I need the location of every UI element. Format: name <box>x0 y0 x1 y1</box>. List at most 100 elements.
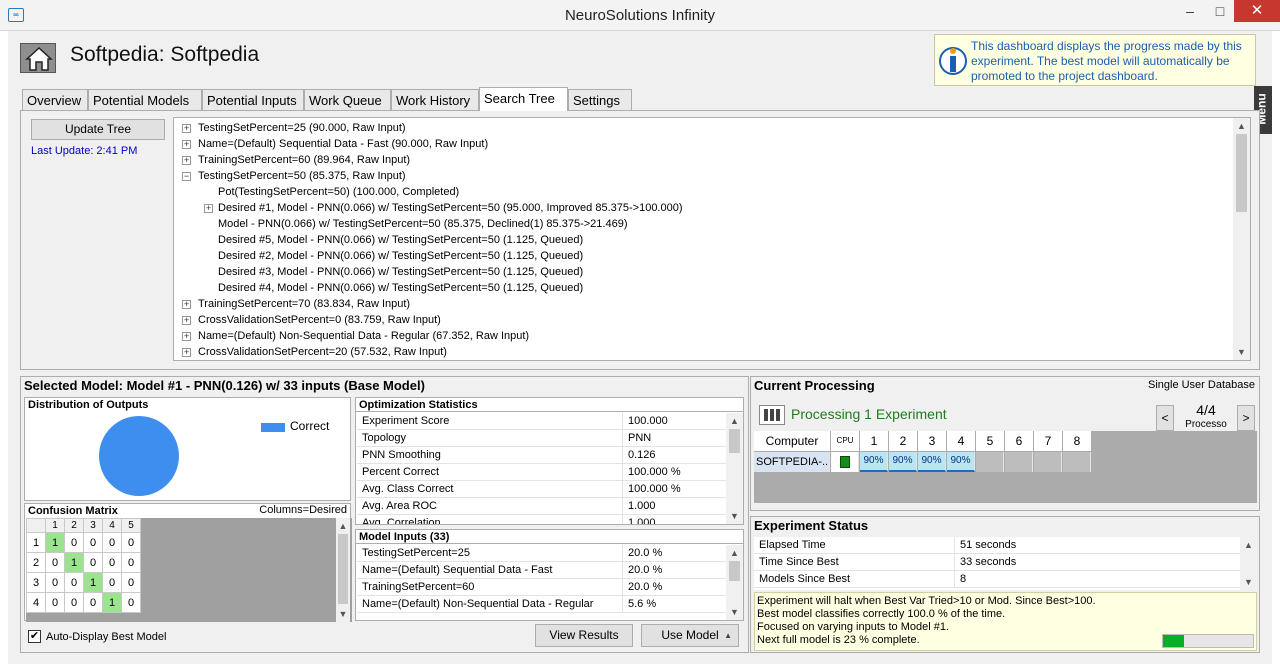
collapse-icon[interactable]: − <box>182 172 191 181</box>
core-cell <box>976 452 1004 472</box>
matrix-corner <box>26 518 46 533</box>
grid-value: 33 seconds <box>954 554 1016 571</box>
matrix-cell: 0 <box>83 592 103 613</box>
tab-settings[interactable]: Settings <box>568 89 632 110</box>
scroll-thumb[interactable] <box>1236 134 1247 212</box>
pause-button[interactable] <box>759 405 785 425</box>
grid-value: 100.000 <box>622 413 668 430</box>
auto-display-checkbox[interactable]: ✔ <box>28 630 41 643</box>
matrix-cell: 0 <box>64 592 84 613</box>
expand-icon[interactable]: + <box>182 140 191 149</box>
experiment-scrollbar[interactable]: ▲ ▼ <box>1240 537 1257 590</box>
grid-row[interactable]: Avg. Class Correct 100.000 % <box>357 481 726 498</box>
confusion-scrollbar[interactable]: ▲ ▼ <box>336 518 350 622</box>
model-progress-bar <box>1162 634 1254 648</box>
window-title: NeuroSolutions Infinity <box>564 7 716 24</box>
matrix-cell: 0 <box>102 532 122 553</box>
scroll-up-arrow[interactable]: ▲ <box>336 518 350 534</box>
maximize-button[interactable]: □ <box>1204 0 1236 22</box>
tree-node-label: TestingSetPercent=25 (90.000, Raw Input) <box>198 122 406 134</box>
grid-row[interactable]: TrainingSetPercent=60 20.0 % <box>357 579 726 596</box>
model-inputs-scrollbar[interactable]: ▲ ▼ <box>726 545 743 620</box>
scroll-thumb[interactable] <box>729 561 740 581</box>
close-button[interactable]: ✕ <box>1234 0 1280 22</box>
grid-value: 5.6 % <box>622 596 656 613</box>
tree-scrollbar[interactable]: ▲ ▼ <box>1233 118 1250 360</box>
view-results-button[interactable]: View Results <box>535 624 633 647</box>
matrix-row-header: 3 <box>26 572 46 593</box>
legend-swatch <box>261 423 285 432</box>
grid-value: 100.000 % <box>622 481 681 498</box>
minimize-button[interactable]: – <box>1174 0 1206 22</box>
matrix-cell: 0 <box>102 552 122 573</box>
grid-row[interactable]: Name=(Default) Sequential Data - Fast 20.… <box>357 562 726 579</box>
grid-row[interactable]: Models Since Best 8 <box>754 571 1240 588</box>
matrix-cell: 0 <box>102 572 122 593</box>
matrix-cell: 1 <box>102 592 122 613</box>
grid-value: 20.0 % <box>622 562 662 579</box>
client-area: Softpedia: Softpedia This dashboard disp… <box>8 31 1272 664</box>
model-inputs-grid[interactable]: ▲ ▼ TestingSetPercent=25 20.0 % Name=(Defa… <box>357 545 743 620</box>
expand-icon[interactable]: + <box>182 348 191 357</box>
distribution-panel: Distribution of Outputs Correct <box>24 397 351 501</box>
grid-row[interactable]: Time Since Best 33 seconds <box>754 554 1240 571</box>
scroll-down-arrow[interactable]: ▼ <box>336 606 350 622</box>
optimization-panel: Optimization Statistics ▲ ▼ Experiment S… <box>355 397 744 525</box>
expand-icon[interactable]: + <box>182 124 191 133</box>
grid-row[interactable]: Percent Correct 100.000 % <box>357 464 726 481</box>
grid-row[interactable]: Avg. Area ROC 1.000 <box>357 498 726 515</box>
scroll-thumb[interactable] <box>729 429 740 453</box>
expand-icon[interactable]: + <box>204 204 213 213</box>
scroll-down-arrow[interactable]: ▼ <box>726 604 743 620</box>
info-text: This dashboard displays the progress mad… <box>971 39 1242 83</box>
expand-icon[interactable]: + <box>182 156 191 165</box>
scroll-down-arrow[interactable]: ▼ <box>1240 574 1257 590</box>
expand-icon[interactable]: + <box>182 316 191 325</box>
expand-icon[interactable]: + <box>182 332 191 341</box>
tab-potential-inputs[interactable]: Potential Inputs <box>202 89 304 110</box>
grid-row[interactable]: Elapsed Time 51 seconds <box>754 537 1240 554</box>
tree-node-label: Model - PNN(0.066) w/ TestingSetPercent=… <box>218 218 628 230</box>
update-tree-button[interactable]: Update Tree <box>31 119 165 140</box>
grid-label: Name=(Default) Non-Sequential Data - Reg… <box>362 598 594 610</box>
processor-grid[interactable]: Computer SOFTPEDIA-... CPU 1 90% 2 90% 3 90% 4 90%… <box>754 431 1257 503</box>
use-model-button[interactable]: Use Model ▲ <box>641 624 739 647</box>
grid-row[interactable]: Name=(Default) Non-Sequential Data - Reg… <box>357 596 726 613</box>
optimization-grid[interactable]: ▲ ▼ Experiment Score 100.000 Topology PNN PN… <box>357 413 743 524</box>
previous-button[interactable]: < <box>1156 405 1174 431</box>
optimization-scrollbar[interactable]: ▲ ▼ <box>726 413 743 524</box>
grid-label: Topology <box>362 432 407 444</box>
grid-row[interactable]: PNN Smoothing 0.126 <box>357 447 726 464</box>
grid-row[interactable]: Avg. Correlation 1.000 <box>357 515 726 524</box>
matrix-row: 110000 <box>26 532 141 553</box>
tab-potential-models[interactable]: Potential Models <box>88 89 202 110</box>
computer-name[interactable]: SOFTPEDIA-... <box>754 452 830 472</box>
tab-work-history[interactable]: Work History <box>391 89 479 110</box>
grid-value: 51 seconds <box>954 537 1016 554</box>
grid-row[interactable]: Topology PNN <box>357 430 726 447</box>
scroll-thumb[interactable] <box>338 534 348 604</box>
scroll-down-arrow[interactable]: ▼ <box>1233 344 1250 360</box>
expand-icon[interactable]: + <box>182 300 191 309</box>
grid-label: Time Since Best <box>759 556 839 568</box>
tab-overview[interactable]: Overview <box>22 89 88 110</box>
grid-row[interactable]: TestingSetPercent=25 20.0 % <box>357 545 726 562</box>
scroll-down-arrow[interactable]: ▼ <box>726 508 743 524</box>
tab-search-tree[interactable]: Search Tree <box>479 87 568 111</box>
core-cell <box>1034 452 1062 472</box>
scroll-up-arrow[interactable]: ▲ <box>726 413 743 429</box>
grid-label: Models Since Best <box>759 573 851 585</box>
next-button[interactable]: > <box>1237 405 1255 431</box>
grid-row[interactable]: Experiment Score 100.000 <box>357 413 726 430</box>
home-button[interactable] <box>20 43 56 73</box>
search-tree[interactable]: ▲ ▼ + TestingSetPercent=25 (90.000, Raw I… <box>173 117 1251 361</box>
home-icon <box>25 46 53 71</box>
confusion-matrix[interactable]: 12345110000201000300100400010 <box>26 518 352 622</box>
processor-column-header: 8 <box>1063 431 1091 451</box>
tab-work-queue[interactable]: Work Queue <box>304 89 391 110</box>
scroll-up-arrow[interactable]: ▲ <box>1233 118 1250 134</box>
scroll-up-arrow[interactable]: ▲ <box>726 545 743 561</box>
experiment-notes: Experiment will halt when Best Var Tried… <box>754 592 1257 651</box>
scroll-up-arrow[interactable]: ▲ <box>1240 537 1257 553</box>
experiment-grid[interactable]: ▲ ▼ Elapsed Time 51 seconds Time Since Bes… <box>754 537 1257 590</box>
